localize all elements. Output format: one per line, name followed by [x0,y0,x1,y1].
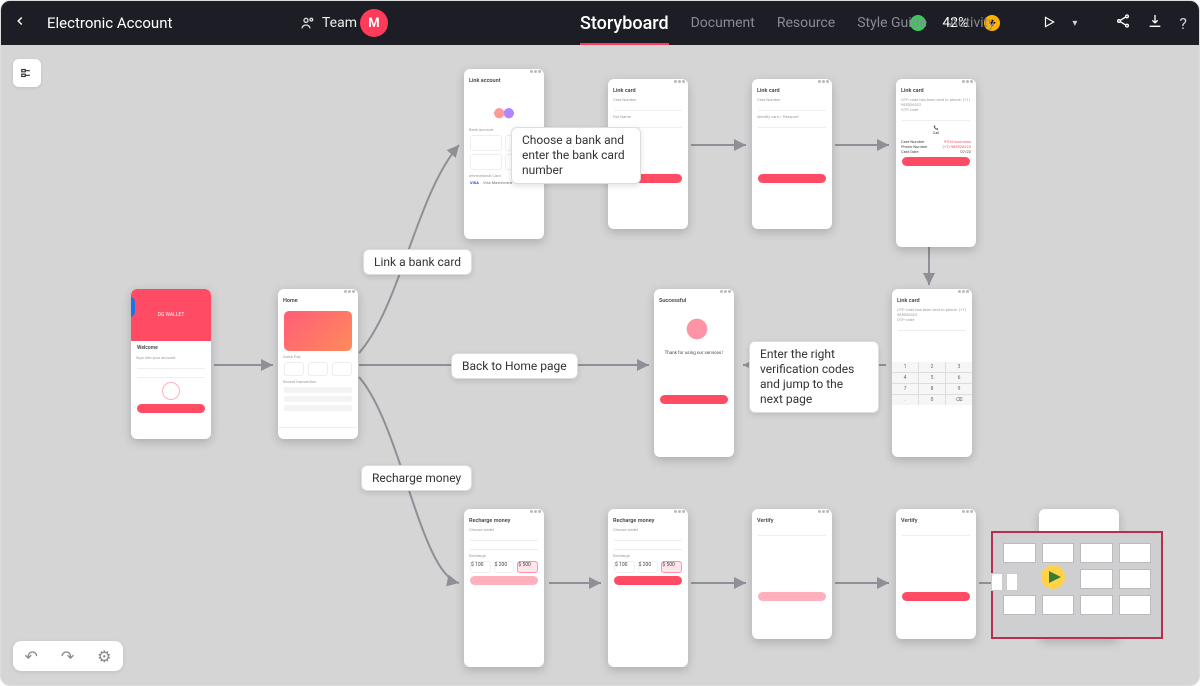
recharge1-amount-chips: $ 100$ 200$ 500 [470,561,538,573]
vertify2-next [902,592,970,601]
screen-recharge-2[interactable]: ✓Recharg… Recharge money Choose wallet R… [608,509,688,667]
screen-vertify-1[interactable]: Vertify 1 Vertify [752,509,832,639]
success1-header: Successful [654,295,734,307]
project-title[interactable]: Electronic Account [47,14,172,32]
link-card3-header: Link card [896,85,976,97]
recharge2-continue [614,576,682,585]
overview-grid [1003,543,1151,627]
home-recent-label: Recent transaction [278,379,358,384]
screen-recharge-1[interactable]: ✓Recharg… Recharge money Choose wallet R… [464,509,544,667]
home-quick-label: Quick Pay [278,354,358,359]
screen-vertify-2[interactable]: Vertify 2 Vertify [896,509,976,639]
play-overlay-icon [1037,561,1069,593]
screen-home[interactable]: ⚑Home Home Quick Pay Recent transaction [278,289,358,439]
screen-link-card-2[interactable]: ▾Link car… Link card Card Number Identit… [752,79,832,229]
app-logo-icon[interactable]: M [360,9,388,37]
team-button[interactable]: Team [300,15,357,31]
overview-thumbnail[interactable] [991,531,1163,639]
screen-link-card-4[interactable]: ▾Link car… Link card OTP code has been s… [892,289,972,457]
nav-styleguide[interactable]: Style Guide [857,4,927,42]
login-button: Login [137,404,205,413]
success1-msg: Thank for using our services ! [654,351,734,356]
login-phone-input [137,363,205,369]
home-balance-card [284,311,352,351]
back-icon[interactable] [13,14,29,32]
flow-label-recharge[interactable]: Recharge money [361,465,472,491]
redo-button[interactable]: ↷ [61,647,74,666]
canvas-tools: ↶ ↷ ⚙ [13,641,123,671]
nav-document[interactable]: Document [691,4,755,42]
hint-choose-bank[interactable]: Choose a bank and enter the bank card nu… [511,127,641,184]
vertify2-header: Vertify [896,515,976,527]
link-card4-header: Link card [892,295,972,307]
numeric-keypad: 123456789.0⌫ [892,362,972,405]
recharge1-continue [470,576,538,585]
nav-storyboard[interactable]: Storyboard [580,2,669,45]
team-icon [300,15,316,31]
recharge2-amount-chips: $ 100$ 200$ 500 [614,561,682,573]
play-button-icon[interactable] [1042,14,1056,33]
flow-label-back-home[interactable]: Back to Home page [451,353,578,379]
flow-label-link-bank[interactable]: Link a bank card [363,249,472,275]
mc-chip: Visa Mastercard [483,180,512,185]
link-account-header: Link account [464,75,544,87]
screen-login[interactable]: 🏠 ▾Login 1 DG WALLET Welcome Sign into y… [131,289,211,439]
success-illustration-icon [679,317,709,347]
link-card1-f2: Full Name [608,114,688,119]
nav-resource[interactable]: Resource [777,4,835,42]
login-welcome: Welcome [131,341,211,355]
link-card1-header: Link card [608,85,688,97]
start-flag-icon[interactable]: 🏠 [131,297,135,317]
link-card3-sub: OTP code has been sent to phone: (+1) 98… [896,97,976,107]
home-navbar [278,427,358,439]
screen-success-1[interactable]: ▾Succes… Successful Thank for using our … [654,289,734,457]
visa-chip: VISA [470,180,479,185]
top-bar: Electronic Account Team M Storyboard Doc… [1,1,1199,45]
recharge1-header: Recharge money [464,515,544,527]
link-card2-f2: Identity card / Passport [752,114,832,119]
settings-button[interactable]: ⚙ [97,647,111,666]
home-quick-actions [284,362,352,376]
vertify1-next [758,592,826,601]
link-card3-call: Call [933,130,940,135]
vertify1-header: Vertify [752,515,832,527]
link-card3-otp: OTP code [896,107,976,112]
play-dropdown-icon[interactable]: ▾ [1072,18,1077,29]
hint-verify[interactable]: Enter the right verification codes and j… [749,341,879,413]
link-card1-f1: Card Number [608,97,688,102]
storyboard-canvas[interactable]: 🏠 ▾Login 1 DG WALLET Welcome Sign into y… [1,45,1199,685]
login-subtitle: Sign into your account [131,355,211,360]
success1-home-button: Home [660,395,728,404]
login-password-input [137,372,205,378]
nav-activity[interactable]: Activity [949,4,995,42]
help-icon[interactable]: ? [1179,14,1187,33]
link-card2-f1: Card Number [752,97,832,102]
undo-button[interactable]: ↶ [24,647,37,666]
login-brand: DG WALLET [158,312,185,318]
recharge2-header: Recharge money [608,515,688,527]
link-card3-continue [902,157,970,166]
link-card2-header: Link card [752,85,832,97]
share-icon[interactable] [1115,13,1131,33]
link-card2-continue: Continue [758,174,826,183]
download-icon[interactable] [1147,13,1163,33]
link-account-illustration [470,90,538,124]
team-label: Team [322,15,357,31]
screen-link-card-3[interactable]: ▾Link car… Link card OTP code has been s… [896,79,976,247]
link-card4-sub: OTP code has been sent to phone: (+1) 98… [892,307,972,317]
fingerprint-icon [162,382,180,400]
home-header: Home [278,295,358,307]
